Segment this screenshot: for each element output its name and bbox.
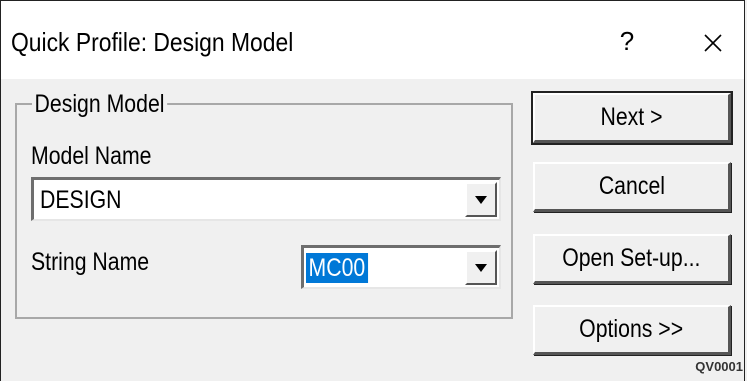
- next-button-label: Next >: [600, 103, 663, 131]
- model-name-value: DESIGN: [40, 186, 122, 214]
- options-button[interactable]: Options >>: [533, 305, 731, 355]
- help-button[interactable]: ?: [607, 23, 647, 63]
- cancel-button[interactable]: Cancel: [533, 162, 731, 212]
- cancel-button-label: Cancel: [598, 172, 665, 200]
- next-button[interactable]: Next >: [531, 91, 733, 145]
- string-name-value: MC00: [306, 253, 368, 283]
- string-name-label: String Name: [31, 248, 150, 276]
- close-button[interactable]: [693, 23, 733, 63]
- open-setup-button[interactable]: Open Set-up...: [533, 234, 731, 284]
- chevron-down-icon: [475, 264, 487, 272]
- dialog-window: Quick Profile: Design Model ? Design Mod…: [0, 0, 745, 381]
- chevron-down-icon: [475, 196, 487, 204]
- close-icon: [704, 34, 722, 52]
- string-name-dropdown-button[interactable]: [465, 250, 497, 285]
- open-setup-button-label: Open Set-up...: [562, 244, 701, 272]
- model-name-dropdown-button[interactable]: [465, 182, 497, 217]
- options-button-label: Options >>: [579, 315, 684, 343]
- model-name-label: Model Name: [31, 142, 152, 170]
- model-name-combo[interactable]: DESIGN: [31, 177, 501, 221]
- design-model-group: Design Model Model Name DESIGN String Na…: [15, 89, 513, 319]
- title-bar[interactable]: Quick Profile: Design Model ?: [1, 1, 744, 79]
- window-title: Quick Profile: Design Model: [11, 27, 294, 57]
- group-legend: Design Model: [32, 89, 168, 119]
- figure-id: QV0001: [695, 359, 743, 374]
- string-name-combo[interactable]: MC00: [301, 245, 501, 289]
